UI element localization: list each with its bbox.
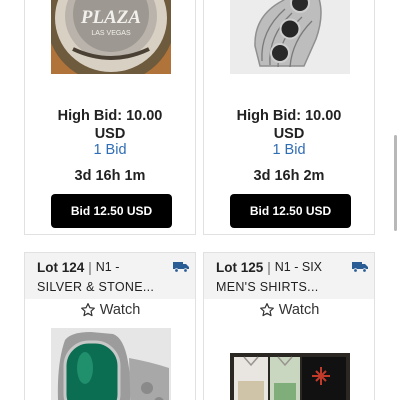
lot-header[interactable]: Lot 125 | N1 - SIX MEN'S SHIRTS... [204,253,374,299]
lot-title: SILVER & STONE... [37,280,155,294]
truck-icon [352,262,368,273]
lot-card: Lot 124 | N1 - SILVER & STONE... Watch [24,252,196,400]
star-outline-icon [259,303,274,317]
lot-image[interactable] [230,353,350,400]
place-bid-button[interactable]: Bid 12.50 USD [51,194,172,228]
lot-card: Lot 125 | N1 - SIX MEN'S SHIRTS... Watch [203,252,375,400]
high-bid-currency: USD [273,126,305,142]
lot-category: N1 - SIX [274,260,323,274]
lot-card: High Bid: 10.00 USD 1 Bid 3d 16h 2m Bid … [203,0,375,235]
high-bid-label: High Bid: 10.00 [57,108,163,124]
watch-button[interactable]: Watch [25,302,195,318]
lot-image[interactable] [230,0,350,74]
high-bid-currency: USD [94,126,126,142]
watch-label: Watch [278,302,320,318]
lot-card: PLAZA LAS VEGAS High Bid: 10.00 USD 1 Bi… [24,0,196,235]
svg-text:PLAZA: PLAZA [80,7,141,28]
lot-header[interactable]: Lot 124 | N1 - SILVER & STONE... [25,253,195,299]
lot-category: N1 - [95,260,120,274]
lot-image[interactable] [51,328,171,400]
high-bid-label: High Bid: 10.00 [236,108,342,124]
truck-icon [173,262,189,273]
place-bid-button[interactable]: Bid 12.50 USD [230,194,351,228]
lot-image[interactable]: PLAZA LAS VEGAS [51,0,171,74]
divider: | [88,260,92,275]
watch-button[interactable]: Watch [204,302,374,318]
watch-label: Watch [99,302,141,318]
time-remaining: 3d 16h 2m [253,168,325,184]
lot-number: Lot 125 [216,260,264,275]
star-outline-icon [80,303,95,317]
bid-count-link[interactable]: 1 Bid [25,142,195,158]
svg-text:LAS VEGAS: LAS VEGAS [91,30,131,37]
lot-number: Lot 124 [37,260,85,275]
scrollbar[interactable] [394,135,397,231]
lot-title: MEN'S SHIRTS... [216,280,319,294]
divider: | [267,260,271,275]
bid-count-link[interactable]: 1 Bid [204,142,374,158]
time-remaining: 3d 16h 1m [74,168,146,184]
